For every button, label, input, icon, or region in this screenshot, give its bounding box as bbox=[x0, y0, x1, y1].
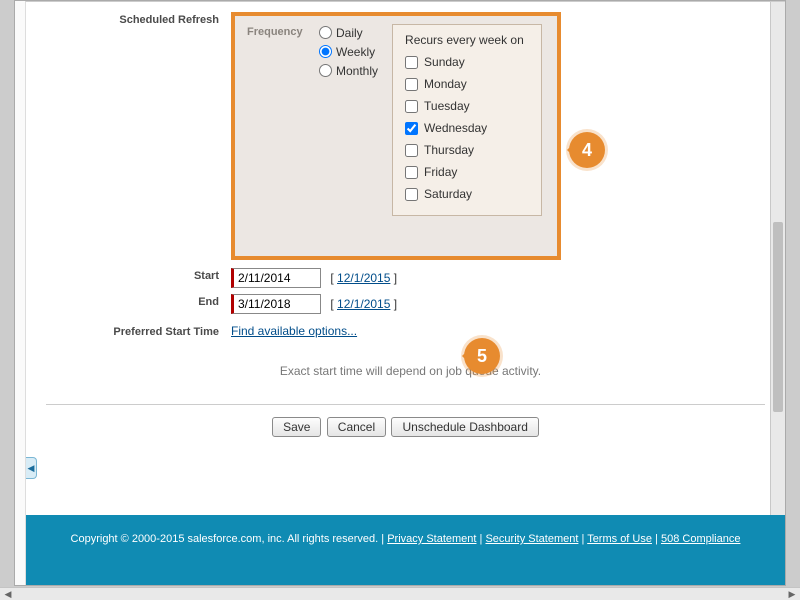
app-window: ◀ Scheduled Refresh Frequency Daily bbox=[14, 0, 786, 586]
day-monday-checkbox[interactable] bbox=[405, 78, 418, 91]
queue-note: Exact start time will depend on job queu… bbox=[56, 364, 765, 378]
end-label: End bbox=[56, 292, 231, 308]
row-start: Start [ 12/1/2015 ] bbox=[56, 266, 765, 288]
hscroll-left-arrow[interactable]: ◀ bbox=[0, 588, 16, 600]
cancel-button[interactable]: Cancel bbox=[327, 417, 386, 437]
callout-4: 4 bbox=[569, 132, 605, 168]
day-tuesday[interactable]: Tuesday bbox=[405, 99, 529, 113]
footer-terms-link[interactable]: Terms of Use bbox=[587, 533, 652, 545]
end-date-hint-link[interactable]: 12/1/2015 bbox=[337, 297, 390, 311]
day-sunday-checkbox[interactable] bbox=[405, 56, 418, 69]
start-date-hint-link[interactable]: 12/1/2015 bbox=[337, 271, 390, 285]
frequency-label: Frequency bbox=[247, 24, 315, 38]
save-button[interactable]: Save bbox=[272, 417, 321, 437]
footer: Copyright © 2000-2015 salesforce.com, in… bbox=[26, 515, 785, 585]
frequency-box: Frequency Daily Weekly bbox=[231, 12, 561, 260]
end-date-input[interactable] bbox=[231, 294, 321, 314]
horizontal-scrollbar[interactable]: ◀ ▶ bbox=[0, 587, 800, 600]
day-friday-checkbox[interactable] bbox=[405, 166, 418, 179]
day-saturday-checkbox[interactable] bbox=[405, 188, 418, 201]
day-sunday[interactable]: Sunday bbox=[405, 55, 529, 69]
frequency-weekly-radio[interactable] bbox=[319, 45, 332, 58]
row-frequency: Scheduled Refresh Frequency Daily Weekly bbox=[56, 10, 765, 260]
day-thursday[interactable]: Thursday bbox=[405, 143, 529, 157]
start-label: Start bbox=[56, 266, 231, 282]
find-available-options-link[interactable]: Find available options... bbox=[231, 324, 357, 338]
hscroll-right-arrow[interactable]: ▶ bbox=[784, 588, 800, 600]
footer-copyright: Copyright © 2000-2015 salesforce.com, in… bbox=[71, 533, 379, 545]
frequency-monthly[interactable]: Monthly bbox=[319, 62, 378, 79]
start-date-hint: [ 12/1/2015 ] bbox=[330, 271, 397, 285]
unschedule-button[interactable]: Unschedule Dashboard bbox=[391, 417, 538, 437]
day-wednesday-checkbox[interactable] bbox=[405, 122, 418, 135]
preferred-label: Preferred Start Time bbox=[56, 322, 231, 338]
day-thursday-checkbox[interactable] bbox=[405, 144, 418, 157]
main-panel: ◀ Scheduled Refresh Frequency Daily bbox=[25, 1, 785, 585]
frequency-weekly[interactable]: Weekly bbox=[319, 43, 378, 60]
sidebar-toggle[interactable]: ◀ bbox=[26, 457, 37, 479]
day-wednesday[interactable]: Wednesday bbox=[405, 121, 529, 135]
footer-privacy-link[interactable]: Privacy Statement bbox=[387, 533, 476, 545]
vertical-scrollbar[interactable] bbox=[770, 2, 785, 515]
button-row: Save Cancel Unschedule Dashboard bbox=[26, 405, 785, 457]
form-area: Scheduled Refresh Frequency Daily Weekly bbox=[26, 2, 785, 378]
vertical-scrollbar-thumb[interactable] bbox=[773, 222, 783, 412]
footer-security-link[interactable]: Security Statement bbox=[485, 533, 578, 545]
frequency-daily-radio[interactable] bbox=[319, 26, 332, 39]
days-box: Recurs every week on Sunday Monday Tuesd… bbox=[392, 24, 542, 216]
day-saturday[interactable]: Saturday bbox=[405, 187, 529, 201]
day-tuesday-checkbox[interactable] bbox=[405, 100, 418, 113]
section-title: Scheduled Refresh bbox=[56, 10, 231, 26]
row-preferred: Preferred Start Time Find available opti… bbox=[56, 322, 765, 338]
days-title: Recurs every week on bbox=[405, 33, 529, 47]
footer-508-link[interactable]: 508 Compliance bbox=[661, 533, 741, 545]
row-end: End [ 12/1/2015 ] bbox=[56, 292, 765, 314]
day-friday[interactable]: Friday bbox=[405, 165, 529, 179]
callout-5: 5 bbox=[464, 338, 500, 374]
frequency-radio-group: Daily Weekly Monthly bbox=[315, 24, 378, 81]
frequency-monthly-radio[interactable] bbox=[319, 64, 332, 77]
end-date-hint: [ 12/1/2015 ] bbox=[330, 297, 397, 311]
start-date-input[interactable] bbox=[231, 268, 321, 288]
day-monday[interactable]: Monday bbox=[405, 77, 529, 91]
frequency-daily[interactable]: Daily bbox=[319, 24, 378, 41]
